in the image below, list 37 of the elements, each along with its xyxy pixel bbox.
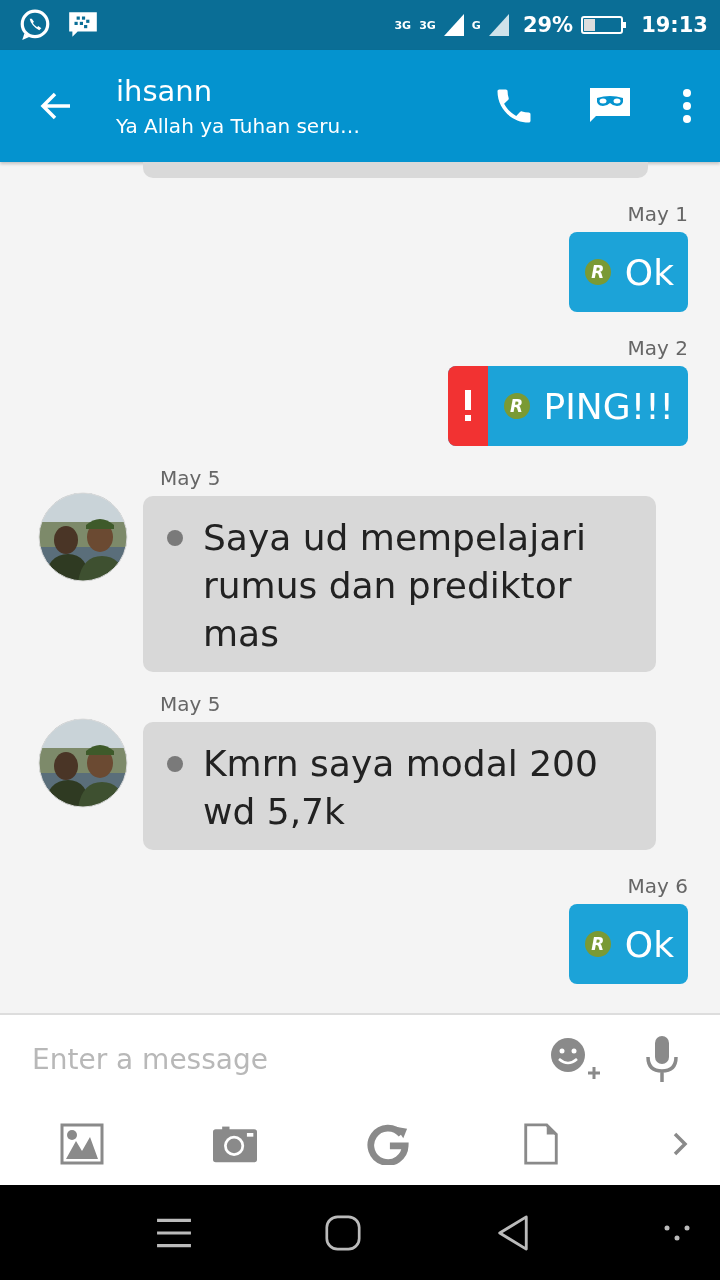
microphone-icon[interactable] — [644, 1035, 680, 1083]
whatsapp-icon — [18, 8, 52, 42]
signal-icon — [443, 14, 464, 36]
read-mark: R — [503, 393, 530, 419]
network-label: 3G — [419, 18, 436, 32]
message-date: May 5 — [160, 692, 222, 716]
message-date: May 5 — [160, 466, 222, 490]
network-label: G — [471, 18, 481, 32]
chevron-right-icon[interactable] — [672, 1131, 688, 1157]
message-date: May 1 — [627, 202, 688, 226]
signal-icon — [488, 14, 509, 36]
contact-name: ihsann — [116, 74, 214, 108]
home-icon[interactable] — [325, 1214, 362, 1251]
message-text: Ok — [624, 251, 674, 293]
dots-icon[interactable] — [664, 1224, 690, 1241]
error-indicator[interactable] — [447, 366, 488, 446]
clock: 19:13 — [641, 13, 708, 37]
message-input[interactable]: Enter a message — [32, 1038, 550, 1080]
contact-status: Ya Allah ya Tuhan seru… — [116, 114, 362, 138]
bullet-icon — [167, 756, 183, 772]
battery-percent: 29% — [522, 13, 574, 37]
read-mark: R — [584, 931, 611, 957]
message-text: Kmrn saya modal 200 wd 5,7k — [203, 742, 599, 834]
battery-icon — [581, 15, 628, 35]
more-options-icon[interactable] — [682, 88, 692, 124]
gallery-icon[interactable] — [60, 1123, 104, 1165]
message-text: Saya ud mempelajari rumus dan prediktor mas — [203, 516, 588, 656]
data-type-label: 3G — [394, 18, 412, 32]
message-date: May 6 — [627, 874, 688, 898]
message-text: Ok — [624, 923, 674, 965]
g-refresh-icon[interactable] — [366, 1123, 410, 1165]
message-date: May 2 — [627, 336, 688, 360]
exclamation-icon — [463, 390, 472, 422]
message-text: PING!!! — [543, 385, 674, 427]
bullet-icon — [167, 530, 183, 546]
read-mark: R — [584, 259, 611, 285]
emoji-add-icon[interactable] — [550, 1037, 602, 1081]
